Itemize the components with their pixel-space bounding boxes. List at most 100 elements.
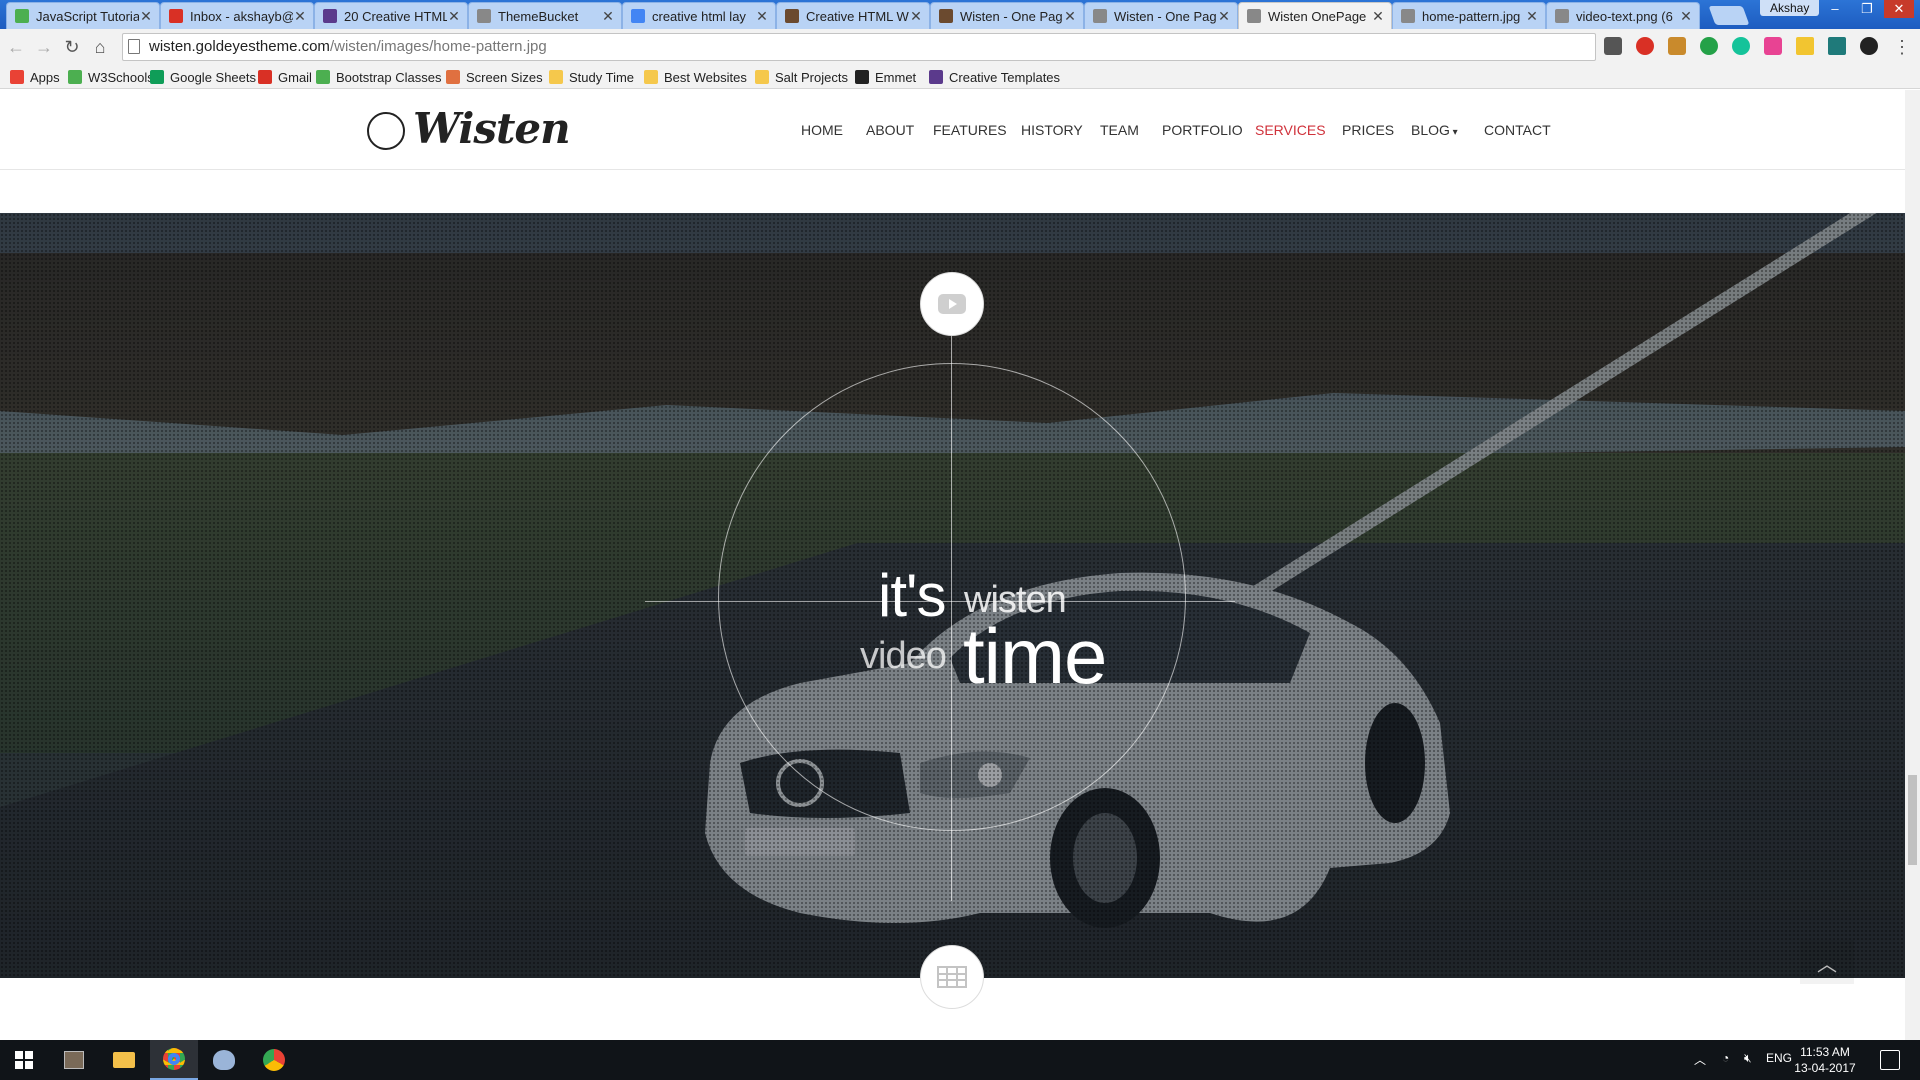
close-tab-icon[interactable]: ✕ — [1525, 8, 1539, 25]
page-icon — [1401, 9, 1415, 23]
nav-home[interactable]: HOME — [801, 122, 843, 138]
back-icon[interactable]: ← — [4, 35, 28, 59]
browser-tab[interactable]: JavaScript Tutoria ✕ — [6, 2, 160, 29]
close-tab-icon[interactable]: ✕ — [755, 8, 769, 25]
nav-label: BLOG — [1411, 122, 1450, 138]
bookmark-item[interactable]: Apps — [10, 68, 60, 86]
action-center-icon[interactable] — [1880, 1050, 1900, 1070]
close-tab-icon[interactable]: ✕ — [1679, 8, 1693, 25]
grammarly-extension-icon[interactable] — [1732, 37, 1750, 55]
nav-features[interactable]: FEATURES — [933, 122, 1007, 138]
bookmark-item[interactable]: Salt Projects — [755, 68, 848, 86]
nav-contact[interactable]: CONTACT — [1484, 122, 1551, 138]
bookmark-label: Creative Templates — [949, 69, 1061, 85]
emmet-icon — [855, 70, 869, 84]
nav-prices[interactable]: PRICES — [1342, 122, 1394, 138]
bookmark-item[interactable]: Bootstrap Classes — [316, 68, 442, 86]
close-window-button[interactable]: ✕ — [1884, 0, 1914, 18]
nav-portfolio[interactable]: PORTFOLIO — [1162, 122, 1243, 138]
nav-about[interactable]: ABOUT — [866, 122, 914, 138]
bookmark-item[interactable]: Emmet — [855, 68, 916, 86]
paint-app-icon[interactable] — [200, 1040, 248, 1080]
bookmark-item[interactable]: Google Sheets — [150, 68, 256, 86]
start-button[interactable] — [0, 1040, 48, 1080]
star-extension-icon[interactable] — [1796, 37, 1814, 55]
browser-tab[interactable]: Wisten OnePage ✕ — [1238, 2, 1392, 29]
bookmark-item[interactable]: Gmail — [258, 68, 312, 86]
colorzilla-extension-icon[interactable] — [1764, 37, 1782, 55]
file-explorer-app-icon[interactable] — [100, 1040, 148, 1080]
browser-tab[interactable]: creative html lay ✕ — [622, 2, 776, 29]
tab-title: Creative HTML W — [806, 8, 909, 24]
close-tab-icon[interactable]: ✕ — [1063, 8, 1077, 25]
nav-history[interactable]: HISTORY — [1021, 122, 1083, 138]
forward-icon[interactable]: → — [32, 35, 56, 59]
play-icon — [938, 294, 966, 314]
grid-view-button[interactable] — [920, 945, 984, 1009]
w3schools-icon — [68, 70, 82, 84]
tray-chevron-up-icon[interactable]: ︿ — [1694, 1051, 1706, 1068]
page-info-icon[interactable] — [128, 39, 140, 54]
nav-label: SERVICES — [1255, 122, 1326, 138]
volume-muted-icon[interactable]: 🔇︎ — [1744, 1051, 1752, 1066]
site-logo[interactable]: Wisten — [413, 104, 571, 153]
address-bar[interactable]: wisten.goldeyestheme.com/wisten/images/h… — [122, 33, 1596, 61]
browser-tab[interactable]: Wisten - One Pag ✕ — [1084, 2, 1238, 29]
nav-blog[interactable]: BLOG ▾ — [1411, 122, 1458, 138]
sublime-app-icon[interactable] — [50, 1040, 98, 1080]
sublime-icon — [64, 1051, 84, 1069]
close-tab-icon[interactable]: ✕ — [1371, 8, 1385, 25]
key-extension-icon[interactable] — [1668, 37, 1686, 55]
tab-title: JavaScript Tutoria — [36, 8, 139, 24]
vue-extension-icon[interactable] — [1828, 37, 1846, 55]
bookmark-item[interactable]: Best Websites — [644, 68, 747, 86]
recycle-extension-icon[interactable] — [1604, 37, 1622, 55]
bookmark-item[interactable]: Study Time — [549, 68, 634, 86]
bookmark-item[interactable]: Creative Templates — [929, 68, 1060, 86]
windows-logo-icon — [15, 1051, 33, 1069]
hero-ring — [718, 363, 1186, 831]
close-tab-icon[interactable]: ✕ — [1217, 8, 1231, 25]
adblock-extension-icon[interactable] — [1636, 37, 1654, 55]
close-tab-icon[interactable]: ✕ — [909, 8, 923, 25]
browser-tab[interactable]: 20 Creative HTML ✕ — [314, 2, 468, 29]
taskbar-clock[interactable]: 11:53 AM 13-04-2017 — [1790, 1044, 1860, 1076]
scroll-to-top-button[interactable]: ︿ — [1800, 940, 1854, 984]
menu-icon[interactable]: ⋮ — [1890, 35, 1914, 59]
network-icon[interactable]: ◔ — [1722, 1051, 1729, 1065]
close-tab-icon[interactable]: ✕ — [293, 8, 307, 25]
language-indicator[interactable]: ENG — [1766, 1051, 1792, 1065]
tab-title: home-pattern.jpg — [1422, 8, 1521, 24]
profile-button[interactable]: Akshay — [1760, 0, 1820, 16]
bookmark-item[interactable]: Screen Sizes — [446, 68, 543, 86]
play-video-button[interactable] — [920, 272, 984, 336]
green-extension-icon[interactable] — [1700, 37, 1718, 55]
browser-tab[interactable]: Creative HTML W ✕ — [776, 2, 930, 29]
new-tab-button[interactable] — [1708, 6, 1750, 25]
browser-tab[interactable]: Inbox - akshayb@ ✕ — [160, 2, 314, 29]
browser-tab[interactable]: ThemeBucket ✕ — [468, 2, 622, 29]
close-tab-icon[interactable]: ✕ — [447, 8, 461, 25]
bookmark-label: W3Schools — [88, 69, 154, 85]
chrome-second-app-icon[interactable] — [250, 1040, 298, 1080]
chrome-icon — [163, 1048, 185, 1070]
browser-tab[interactable]: home-pattern.jpg ✕ — [1392, 2, 1546, 29]
dark-extension-icon[interactable] — [1860, 37, 1878, 55]
minimize-button[interactable]: – — [1820, 0, 1850, 18]
browser-tab[interactable]: video-text.png (6 ✕ — [1546, 2, 1700, 29]
browser-tab[interactable]: Wisten - One Pag ✕ — [930, 2, 1084, 29]
nav-label: TEAM — [1100, 122, 1139, 138]
page-scrollbar[interactable] — [1905, 90, 1920, 1040]
chrome-app-icon[interactable] — [150, 1040, 198, 1080]
nav-team[interactable]: TEAM — [1100, 122, 1139, 138]
scrollbar-thumb[interactable] — [1908, 775, 1917, 865]
site-header: Wisten HOME ABOUT FEATURES HISTORY TEAM PORTF… — [0, 90, 1905, 170]
logo-circle-icon[interactable] — [367, 112, 405, 150]
home-icon[interactable]: ⌂ — [88, 35, 112, 59]
bookmark-item[interactable]: W3Schools — [68, 68, 154, 86]
reload-icon[interactable]: ↻ — [60, 35, 84, 59]
close-tab-icon[interactable]: ✕ — [139, 8, 153, 25]
close-tab-icon[interactable]: ✕ — [601, 8, 615, 25]
nav-services[interactable]: SERVICES — [1255, 122, 1326, 138]
maximize-button[interactable]: ❐ — [1852, 0, 1882, 18]
